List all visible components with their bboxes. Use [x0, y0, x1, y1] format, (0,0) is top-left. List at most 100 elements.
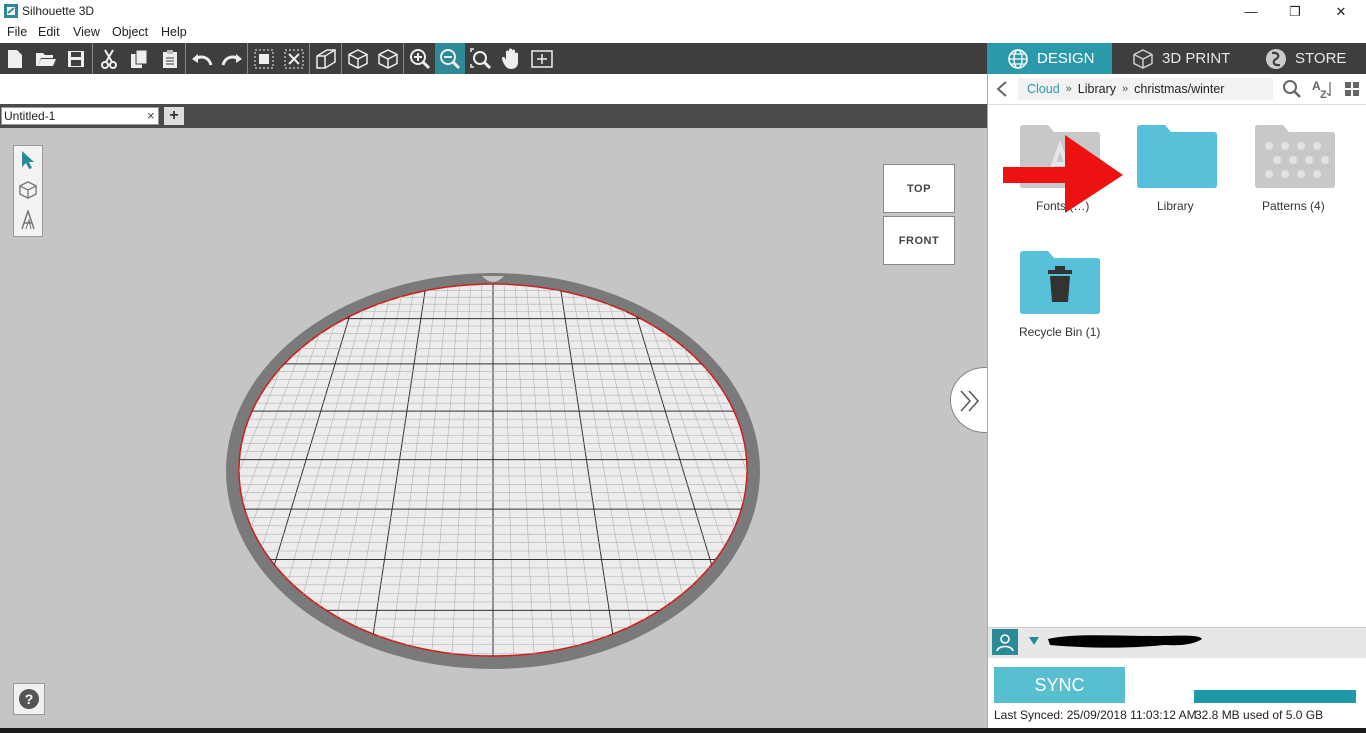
paste-icon[interactable] [155, 43, 185, 74]
minimize-button[interactable]: — [1228, 0, 1274, 23]
text-tool-icon[interactable] [14, 206, 42, 234]
grid-line [790, 278, 987, 662]
copy-icon[interactable] [124, 43, 154, 74]
menu-edit[interactable]: Edit [38, 25, 60, 39]
app-icon [4, 4, 18, 18]
cube-icon [1133, 48, 1153, 69]
breadcrumb-christmas-winter[interactable]: christmas/winter [1134, 82, 1224, 96]
print-bed [0, 273, 987, 669]
user-icon [996, 634, 1014, 652]
grid-line [745, 284, 747, 656]
grid-line [734, 284, 747, 656]
extrude-icon[interactable] [311, 43, 341, 74]
account-dropdown-icon[interactable] [1028, 636, 1040, 646]
grid-line [239, 284, 252, 656]
zoom-out-icon[interactable] [435, 43, 465, 74]
document-tab-label: Untitled-1 [4, 109, 56, 123]
title-bar [0, 0, 1366, 23]
select-arrow-icon[interactable] [14, 146, 42, 174]
toolbar-options-strip [0, 74, 987, 104]
cube-view-icon[interactable] [343, 43, 373, 74]
sync-button[interactable]: SYNC [994, 667, 1125, 703]
svg-text:Z: Z [1320, 89, 1327, 99]
menu-file[interactable]: File [7, 25, 27, 39]
grid-line [0, 278, 185, 662]
undo-icon[interactable] [187, 43, 217, 74]
close-window-button[interactable]: ✕ [1318, 0, 1364, 23]
save-icon[interactable] [61, 43, 91, 74]
grid-line [757, 278, 987, 662]
red-arrow-annotation [1003, 135, 1123, 213]
tab-3d-print-label: 3D PRINT [1162, 50, 1231, 67]
new-file-icon[interactable] [0, 43, 30, 74]
user-avatar[interactable] [992, 629, 1018, 655]
menu-help[interactable]: Help [161, 25, 187, 39]
account-name-redacted [1048, 635, 1202, 648]
globe-icon [1008, 48, 1028, 69]
tab-3d-print[interactable]: 3D PRINT [1112, 43, 1245, 74]
svg-text:?: ? [25, 691, 34, 707]
restore-button[interactable]: ❐ [1272, 0, 1318, 23]
menu-object[interactable]: Object [112, 25, 148, 39]
taskbar-strip [0, 728, 1366, 733]
cut-icon[interactable] [94, 43, 124, 74]
box-tool-icon[interactable] [14, 176, 42, 204]
toolbar-separator [247, 43, 248, 74]
question-icon: ? [19, 689, 39, 709]
breadcrumb: Cloud » Library » christmas/winter [1018, 78, 1273, 100]
grid-line [768, 278, 987, 662]
pattern-folder-icon[interactable] [1255, 124, 1335, 188]
grid-line [0, 278, 196, 662]
cube-iso-icon[interactable] [373, 43, 403, 74]
search-icon[interactable] [1282, 79, 1302, 99]
redo-icon[interactable] [217, 43, 247, 74]
toolbar-separator [92, 43, 93, 74]
grid-line [0, 278, 218, 662]
ungroup-icon[interactable] [279, 43, 309, 74]
sort-az-icon[interactable]: AZ [1311, 79, 1333, 99]
folder-label-recycle-bin: Recycle Bin (1) [1019, 325, 1101, 339]
tab-design[interactable]: DESIGN [987, 43, 1112, 74]
view-cube-top[interactable]: TOP [883, 164, 955, 213]
view-cube-front[interactable]: FRONT [883, 216, 955, 265]
zoom-fit-icon[interactable] [466, 43, 496, 74]
toolbar-separator [403, 43, 404, 74]
trash-folder-icon[interactable] [1020, 250, 1100, 314]
breadcrumb-separator-icon: » [1122, 83, 1129, 95]
folder-icon[interactable] [1137, 124, 1217, 188]
storage-fill [1194, 690, 1356, 703]
double-chevron-right-icon [960, 390, 980, 412]
toolbar-separator [341, 43, 342, 74]
grid-line [823, 278, 987, 662]
tab-store[interactable]: STORE [1245, 43, 1366, 74]
breadcrumb-cloud[interactable]: Cloud [1027, 82, 1060, 96]
menu-view[interactable]: View [73, 25, 100, 39]
print-bed-grid [0, 278, 987, 662]
storage-usage-text: 32.8 MB used of 5.0 GB [1195, 708, 1324, 722]
grid-line [0, 278, 229, 662]
back-chevron-icon[interactable] [995, 80, 1009, 98]
store-logo-icon [1266, 48, 1286, 69]
group-icon[interactable] [249, 43, 279, 74]
tab-store-label: STORE [1295, 50, 1347, 67]
breadcrumb-library[interactable]: Library [1078, 82, 1116, 96]
pan-hand-icon[interactable] [496, 43, 526, 74]
grid-line [0, 278, 163, 662]
zoom-in-icon[interactable] [405, 43, 435, 74]
grid-line [812, 278, 987, 662]
toolbar-separator [185, 43, 186, 74]
last-synced-text: Last Synced: 25/09/2018 11:03:12 AM [994, 708, 1197, 722]
breadcrumb-separator-icon: » [1065, 83, 1072, 95]
tab-design-label: DESIGN [1037, 50, 1095, 67]
fit-page-icon[interactable] [527, 43, 557, 74]
close-tab-icon[interactable]: × [147, 108, 155, 123]
folder-label-patterns: Patterns (4) [1262, 199, 1325, 213]
toolbar-separator [309, 43, 310, 74]
folder-label-library: Library [1157, 199, 1194, 213]
help-button[interactable]: ? [13, 683, 45, 715]
grid-line [779, 278, 987, 662]
add-tab-button[interactable]: + [164, 107, 184, 125]
open-folder-icon[interactable] [31, 43, 61, 74]
grid-view-icon[interactable] [1344, 81, 1360, 97]
window-title: Silhouette 3D [22, 4, 95, 18]
